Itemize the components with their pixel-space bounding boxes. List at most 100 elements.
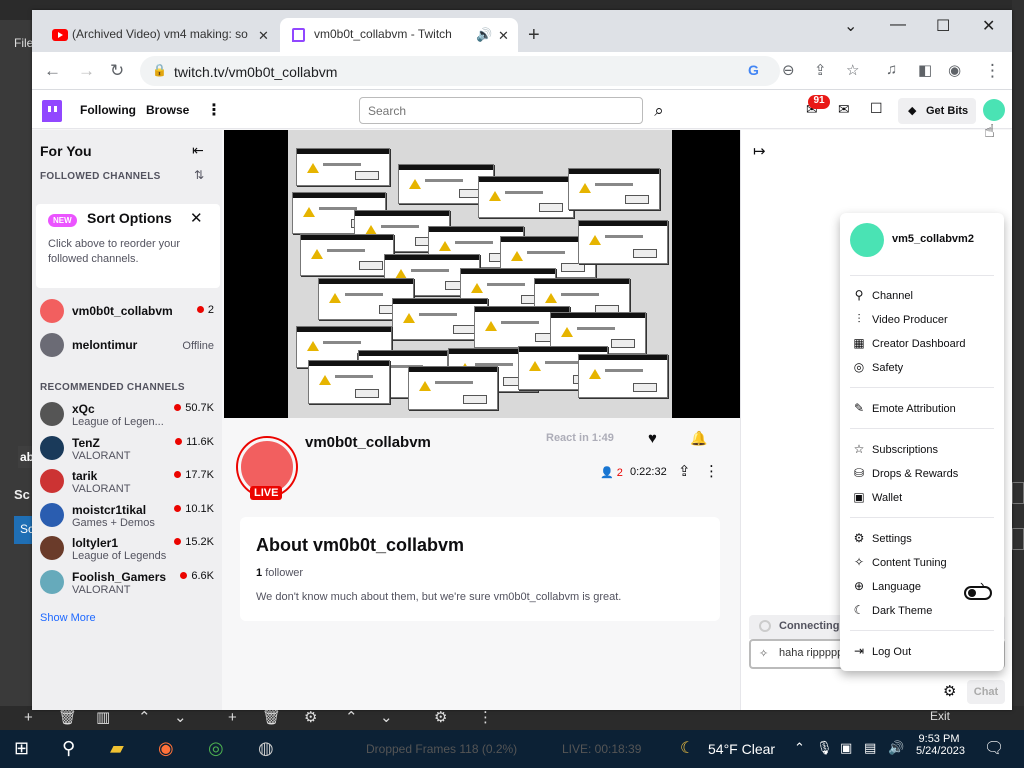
maximize-icon[interactable]: ☐ xyxy=(936,16,950,36)
filter-icon[interactable]: ▥ xyxy=(96,710,110,725)
menu-item-content-tuning[interactable]: ✧ Content Tuning xyxy=(852,555,947,569)
forward-icon[interactable]: → xyxy=(78,61,95,81)
file-explorer-icon[interactable]: ▰ xyxy=(110,738,124,759)
tab-search-icon[interactable]: ⌄ xyxy=(844,16,857,36)
speaker-icon[interactable]: 🔊 xyxy=(476,27,492,43)
back-icon[interactable]: ← xyxy=(44,61,61,81)
get-bits-button[interactable]: ◆ Get Bits xyxy=(898,98,976,124)
omnibox[interactable]: 🔒 twitch.tv/vm0b0t_collabvm G xyxy=(140,56,780,86)
obs-file-menu[interactable]: File xyxy=(14,36,33,50)
notification-icon[interactable]: 🗨 xyxy=(984,738,1004,758)
followed-channel-row[interactable]: melontimur Offline xyxy=(32,329,222,363)
heart-icon[interactable]: ♥ xyxy=(648,430,657,447)
close-tab-icon[interactable]: ✕ xyxy=(258,28,269,44)
chat-send-button[interactable]: Chat xyxy=(967,680,1005,704)
menu-item-creator-dashboard[interactable]: ▦ Creator Dashboard xyxy=(852,336,965,350)
profile-icon[interactable]: ◉ xyxy=(948,61,961,79)
obs-icon[interactable]: ◍ xyxy=(258,738,274,759)
recommended-channel-row[interactable]: tarik VALORANT 17.7K xyxy=(32,465,222,499)
gear-icon[interactable]: ⚙ xyxy=(943,682,956,700)
zoom-icon[interactable]: ⊖ xyxy=(782,61,795,79)
gear-icon[interactable]: ⚙ xyxy=(304,710,317,725)
minimize-icon[interactable]: — xyxy=(890,16,906,34)
menu-item-safety[interactable]: ◎ Safety xyxy=(852,360,903,374)
menu-item-channel[interactable]: ⚲ Channel xyxy=(852,288,913,302)
google-icon[interactable]: G xyxy=(748,62,759,78)
trash-icon[interactable]: 🗑 xyxy=(262,710,281,725)
menu-item-settings[interactable]: ⚙ Settings xyxy=(852,531,912,545)
search-icon[interactable]: ⌕ xyxy=(646,97,672,124)
obs-control-box[interactable] xyxy=(1012,528,1024,550)
show-more-link[interactable]: Show More xyxy=(40,612,96,624)
recommended-channel-row[interactable]: moistcr1tikal Games + Demos 10.1K xyxy=(32,499,222,533)
more-vertical-icon[interactable]: ⋮ xyxy=(704,462,719,480)
twitch-logo-icon[interactable] xyxy=(42,100,62,122)
clock[interactable]: 9:53 PM 5/24/2023 xyxy=(916,733,965,757)
expand-chat-icon[interactable]: ↦ xyxy=(753,142,766,160)
close-icon[interactable]: ✕ xyxy=(190,209,203,227)
react-button[interactable]: React in 1:49 xyxy=(546,432,614,444)
more-vertical-icon[interactable]: ⋮ xyxy=(478,710,493,725)
firefox-icon[interactable]: ◉ xyxy=(158,738,174,759)
volume-icon[interactable]: 🔊 xyxy=(888,740,904,756)
sort-icon[interactable]: ⇅ xyxy=(194,168,204,182)
lock-icon[interactable]: 🔒 xyxy=(152,63,167,77)
dark-theme-toggle[interactable] xyxy=(964,586,992,600)
search-icon[interactable]: ⚲ xyxy=(62,738,75,759)
obs-scene-item[interactable]: Sc xyxy=(14,516,34,544)
obs-control-box[interactable] xyxy=(1012,482,1024,504)
share-icon[interactable]: ⇪ xyxy=(814,61,827,79)
channel-name[interactable]: vm0b0t_collabvm xyxy=(305,434,431,451)
device-icon[interactable]: ▣ xyxy=(840,740,852,756)
menu-item-video-producer[interactable]: ⫶ Video Producer xyxy=(852,312,947,327)
bell-icon[interactable]: 🔔 xyxy=(690,430,707,447)
down-icon[interactable]: ⌄ xyxy=(174,710,187,725)
menu-item-language[interactable]: ⊕ Language xyxy=(852,579,921,593)
reload-icon[interactable]: ↻ xyxy=(110,61,124,81)
collapse-sidebar-icon[interactable]: ⇤ xyxy=(192,142,204,159)
nav-browse[interactable]: Browse xyxy=(146,103,189,117)
sparkle-icon[interactable]: ✧ xyxy=(759,647,768,660)
search-input[interactable] xyxy=(359,97,643,124)
new-tab-button[interactable]: + xyxy=(528,24,540,47)
user-avatar-button[interactable] xyxy=(983,99,1005,121)
chrome-icon[interactable]: ◎ xyxy=(208,738,224,759)
menu-item-drops-rewards[interactable]: ⛁ Drops & Rewards xyxy=(852,466,958,480)
up-icon[interactable]: ⌃ xyxy=(138,710,151,725)
menu-item-wallet[interactable]: ▣ Wallet xyxy=(852,490,902,504)
close-icon[interactable]: ✕ xyxy=(982,16,995,36)
media-icon[interactable]: ♫ xyxy=(886,61,897,78)
add-icon[interactable]: + xyxy=(24,710,33,725)
more-vertical-icon[interactable]: ⋮ xyxy=(206,100,222,120)
up-icon[interactable]: ⌃ xyxy=(345,710,358,725)
close-tab-icon[interactable]: ✕ xyxy=(498,28,509,44)
menu-item-subscriptions[interactable]: ☆ Subscriptions xyxy=(852,442,938,456)
microphone-icon[interactable]: 🎙 xyxy=(816,740,833,756)
windows-start-icon[interactable]: ⊞ xyxy=(14,738,29,759)
weather-text[interactable]: 54°F Clear xyxy=(708,741,775,757)
followed-channel-row[interactable]: vm0b0t_collabvm 2 xyxy=(32,295,222,329)
menu-item-emote-attribution[interactable]: ✎ Emote Attribution xyxy=(852,401,956,415)
tab-archived-video[interactable]: (Archived Video) vm4 making: so xyxy=(40,18,276,52)
nav-following[interactable]: Following xyxy=(80,103,136,117)
gear-icon[interactable]: ⚙ xyxy=(434,710,447,725)
network-icon[interactable]: ▤ xyxy=(864,740,876,756)
down-icon[interactable]: ⌄ xyxy=(380,710,393,725)
menu-item-dark-theme[interactable]: ☾ Dark Theme xyxy=(852,603,933,617)
more-vertical-icon[interactable]: ⋮ xyxy=(984,61,1001,81)
inbox-icon[interactable]: ✉ xyxy=(838,101,850,118)
add-icon[interactable]: + xyxy=(228,710,237,725)
side-panel-icon[interactable]: ◧ xyxy=(918,61,932,79)
video-player[interactable] xyxy=(224,130,740,418)
recommended-channel-row[interactable]: xQc League of Legen... 50.7K xyxy=(32,398,222,432)
obs-exit-button[interactable]: Exit xyxy=(930,709,950,723)
url-text[interactable]: twitch.tv/vm0b0t_collabvm xyxy=(174,64,337,80)
menu-item-log-out[interactable]: ⇥ Log Out xyxy=(852,644,911,658)
whispers-icon[interactable]: ☐ xyxy=(870,100,883,117)
recommended-channel-row[interactable]: Foolish_Gamers VALORANT 6.6K xyxy=(32,566,222,600)
trash-icon[interactable]: 🗑 xyxy=(58,710,77,725)
recommended-channel-row[interactable]: loltyler1 League of Legends 15.2K xyxy=(32,532,222,566)
share-icon[interactable]: ⇪ xyxy=(678,462,691,480)
bookmark-star-icon[interactable]: ☆ xyxy=(846,61,859,79)
tray-chevron-icon[interactable]: ⌃ xyxy=(794,740,805,756)
